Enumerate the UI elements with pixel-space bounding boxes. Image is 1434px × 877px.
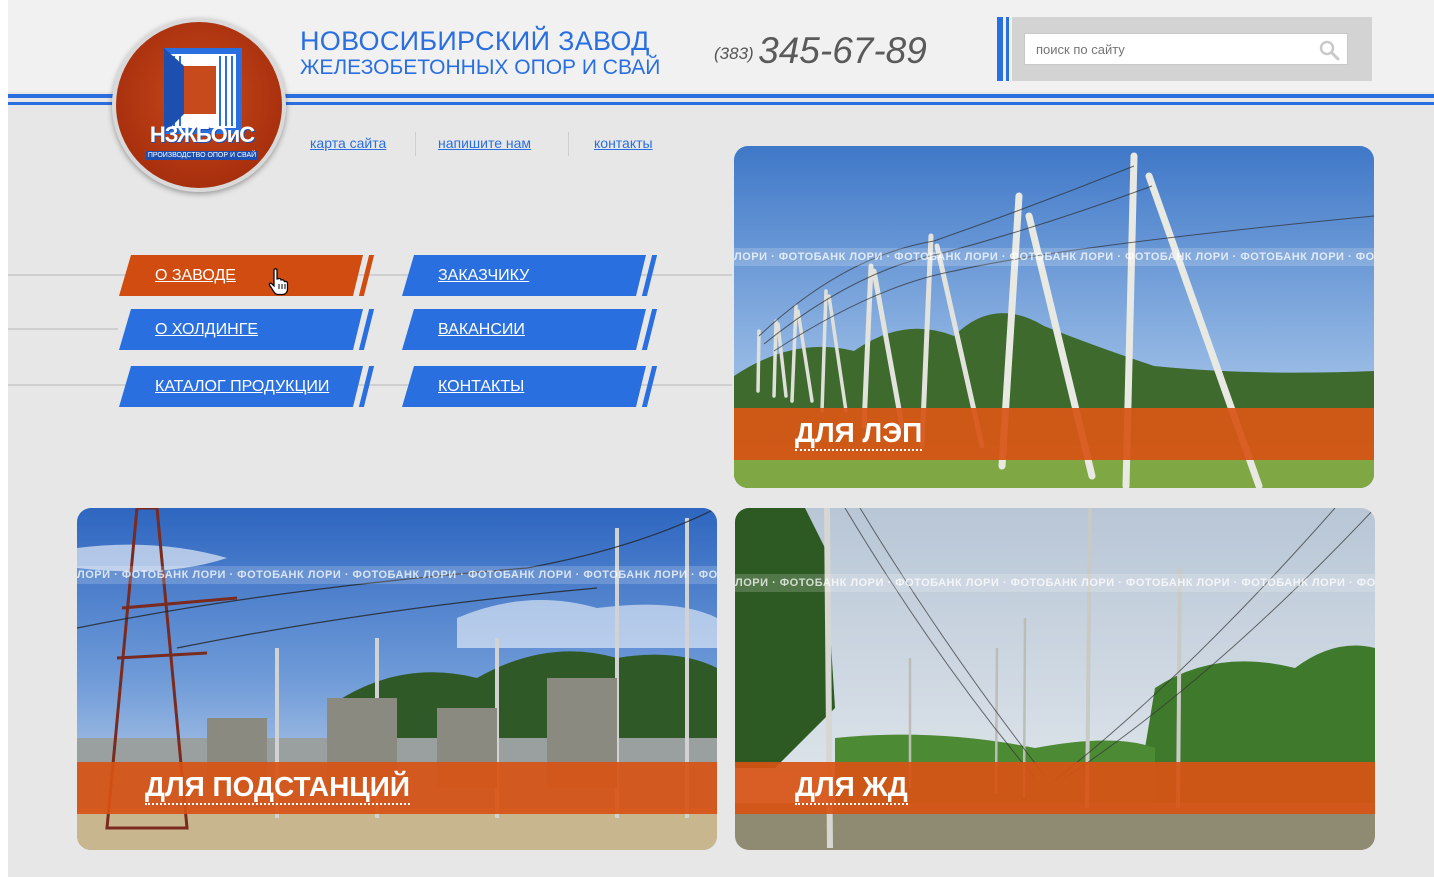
phone: (383) 345-67-89 <box>714 30 927 72</box>
nav-contacts-label: КОНТАКТЫ <box>438 378 525 395</box>
logo-subtext: ПРОИЗВОДСТВО ОПОР И СВАЙ <box>146 151 258 160</box>
search-box <box>1012 17 1372 81</box>
write-us-link[interactable]: напишите нам <box>438 132 531 154</box>
page: НЗЖБОиС ПРОИЗВОДСТВО ОПОР И СВАЙ НОВОСИБ… <box>8 0 1434 877</box>
nav-customers-label: ЗАКАЗЧИКУ <box>438 267 530 284</box>
nav-catalog-button[interactable]: КАТАЛОГ ПРОДУКЦИИ <box>119 366 363 407</box>
tile-label[interactable]: ДЛЯ ЛЭП <box>795 417 923 451</box>
link-divider <box>568 132 569 156</box>
tile-label[interactable]: ДЛЯ ЖД <box>795 771 908 805</box>
search-input[interactable] <box>1024 33 1348 65</box>
tile-substations[interactable]: ЛОРИ · ФОТОБАНК ЛОРИ · ФОТОБАНК ЛОРИ · Ф… <box>77 508 717 850</box>
logo-text: НЗЖБОиС <box>149 122 255 147</box>
link-divider <box>415 132 416 156</box>
tile-power-lines[interactable]: ЛОРИ · ФОТОБАНК ЛОРИ · ФОТОБАНК ЛОРИ · Ф… <box>734 146 1374 488</box>
phone-number: 345-67-89 <box>758 30 927 71</box>
nav-contacts-button[interactable]: КОНТАКТЫ <box>402 366 646 407</box>
contacts-link[interactable]: контакты <box>594 132 653 154</box>
search-icon[interactable] <box>1318 39 1340 61</box>
nav-vacancies-label: ВАКАНСИИ <box>438 321 525 338</box>
phone-code: (383) <box>714 44 754 63</box>
tile-label[interactable]: ДЛЯ ПОДСТАНЦИЙ <box>145 771 410 805</box>
logo[interactable]: НЗЖБОиС ПРОИЗВОДСТВО ОПОР И СВАЙ <box>112 18 286 192</box>
company-title: НОВОСИБИРСКИЙ ЗАВОД <box>300 26 650 56</box>
hand-pointer-icon <box>268 268 289 296</box>
company-subtitle: ЖЕЛЕЗОБЕТОННЫХ ОПОР И СВАЙ <box>300 56 661 79</box>
nav-about-factory-button[interactable]: О ЗАВОДЕ <box>119 255 363 296</box>
tile-watermark: ЛОРИ · ФОТОБАНК ЛОРИ · ФОТОБАНК ЛОРИ · Ф… <box>735 574 1375 592</box>
nav-vacancies-button[interactable]: ВАКАНСИИ <box>402 309 646 350</box>
nav-customers-button[interactable]: ЗАКАЗЧИКУ <box>402 255 646 296</box>
nav-about-factory-label: О ЗАВОДЕ <box>155 267 236 284</box>
search-accent-bar <box>997 17 1003 81</box>
tile-watermark: ЛОРИ · ФОТОБАНК ЛОРИ · ФОТОБАНК ЛОРИ · Ф… <box>77 566 717 584</box>
nav-holding-label: О ХОЛДИНГЕ <box>155 321 259 338</box>
sitemap-link[interactable]: карта сайта <box>310 132 386 154</box>
nav-catalog-label: КАТАЛОГ ПРОДУКЦИИ <box>155 378 330 395</box>
search-accent-bar-thin <box>1006 17 1009 81</box>
tile-railways[interactable]: ЛОРИ · ФОТОБАНК ЛОРИ · ФОТОБАНК ЛОРИ · Ф… <box>735 508 1375 850</box>
nav-holding-button[interactable]: О ХОЛДИНГЕ <box>119 309 363 350</box>
nav-line <box>8 328 118 330</box>
tile-watermark: ЛОРИ · ФОТОБАНК ЛОРИ · ФОТОБАНК ЛОРИ · Ф… <box>734 248 1374 266</box>
